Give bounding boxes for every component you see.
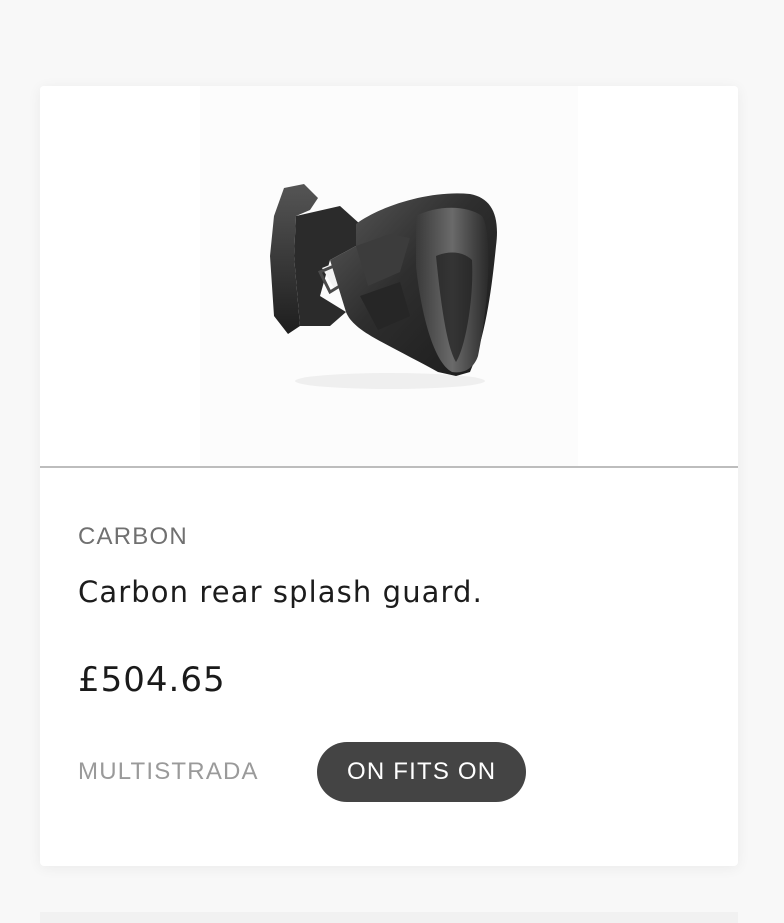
product-price: £504.65 xyxy=(78,660,226,700)
product-image-area[interactable] xyxy=(40,86,738,468)
product-title[interactable]: Carbon rear splash guard. xyxy=(78,575,483,609)
product-card[interactable]: CARBON Carbon rear splash guard. £504.65… xyxy=(40,86,738,866)
next-card-edge xyxy=(40,912,738,923)
page: CARBON Carbon rear splash guard. £504.65… xyxy=(0,0,784,923)
product-category: CARBON xyxy=(78,523,188,550)
product-model: MULTISTRADA xyxy=(78,758,259,785)
product-image[interactable] xyxy=(260,176,510,396)
fits-on-badge[interactable]: ON FITS ON xyxy=(317,742,527,802)
